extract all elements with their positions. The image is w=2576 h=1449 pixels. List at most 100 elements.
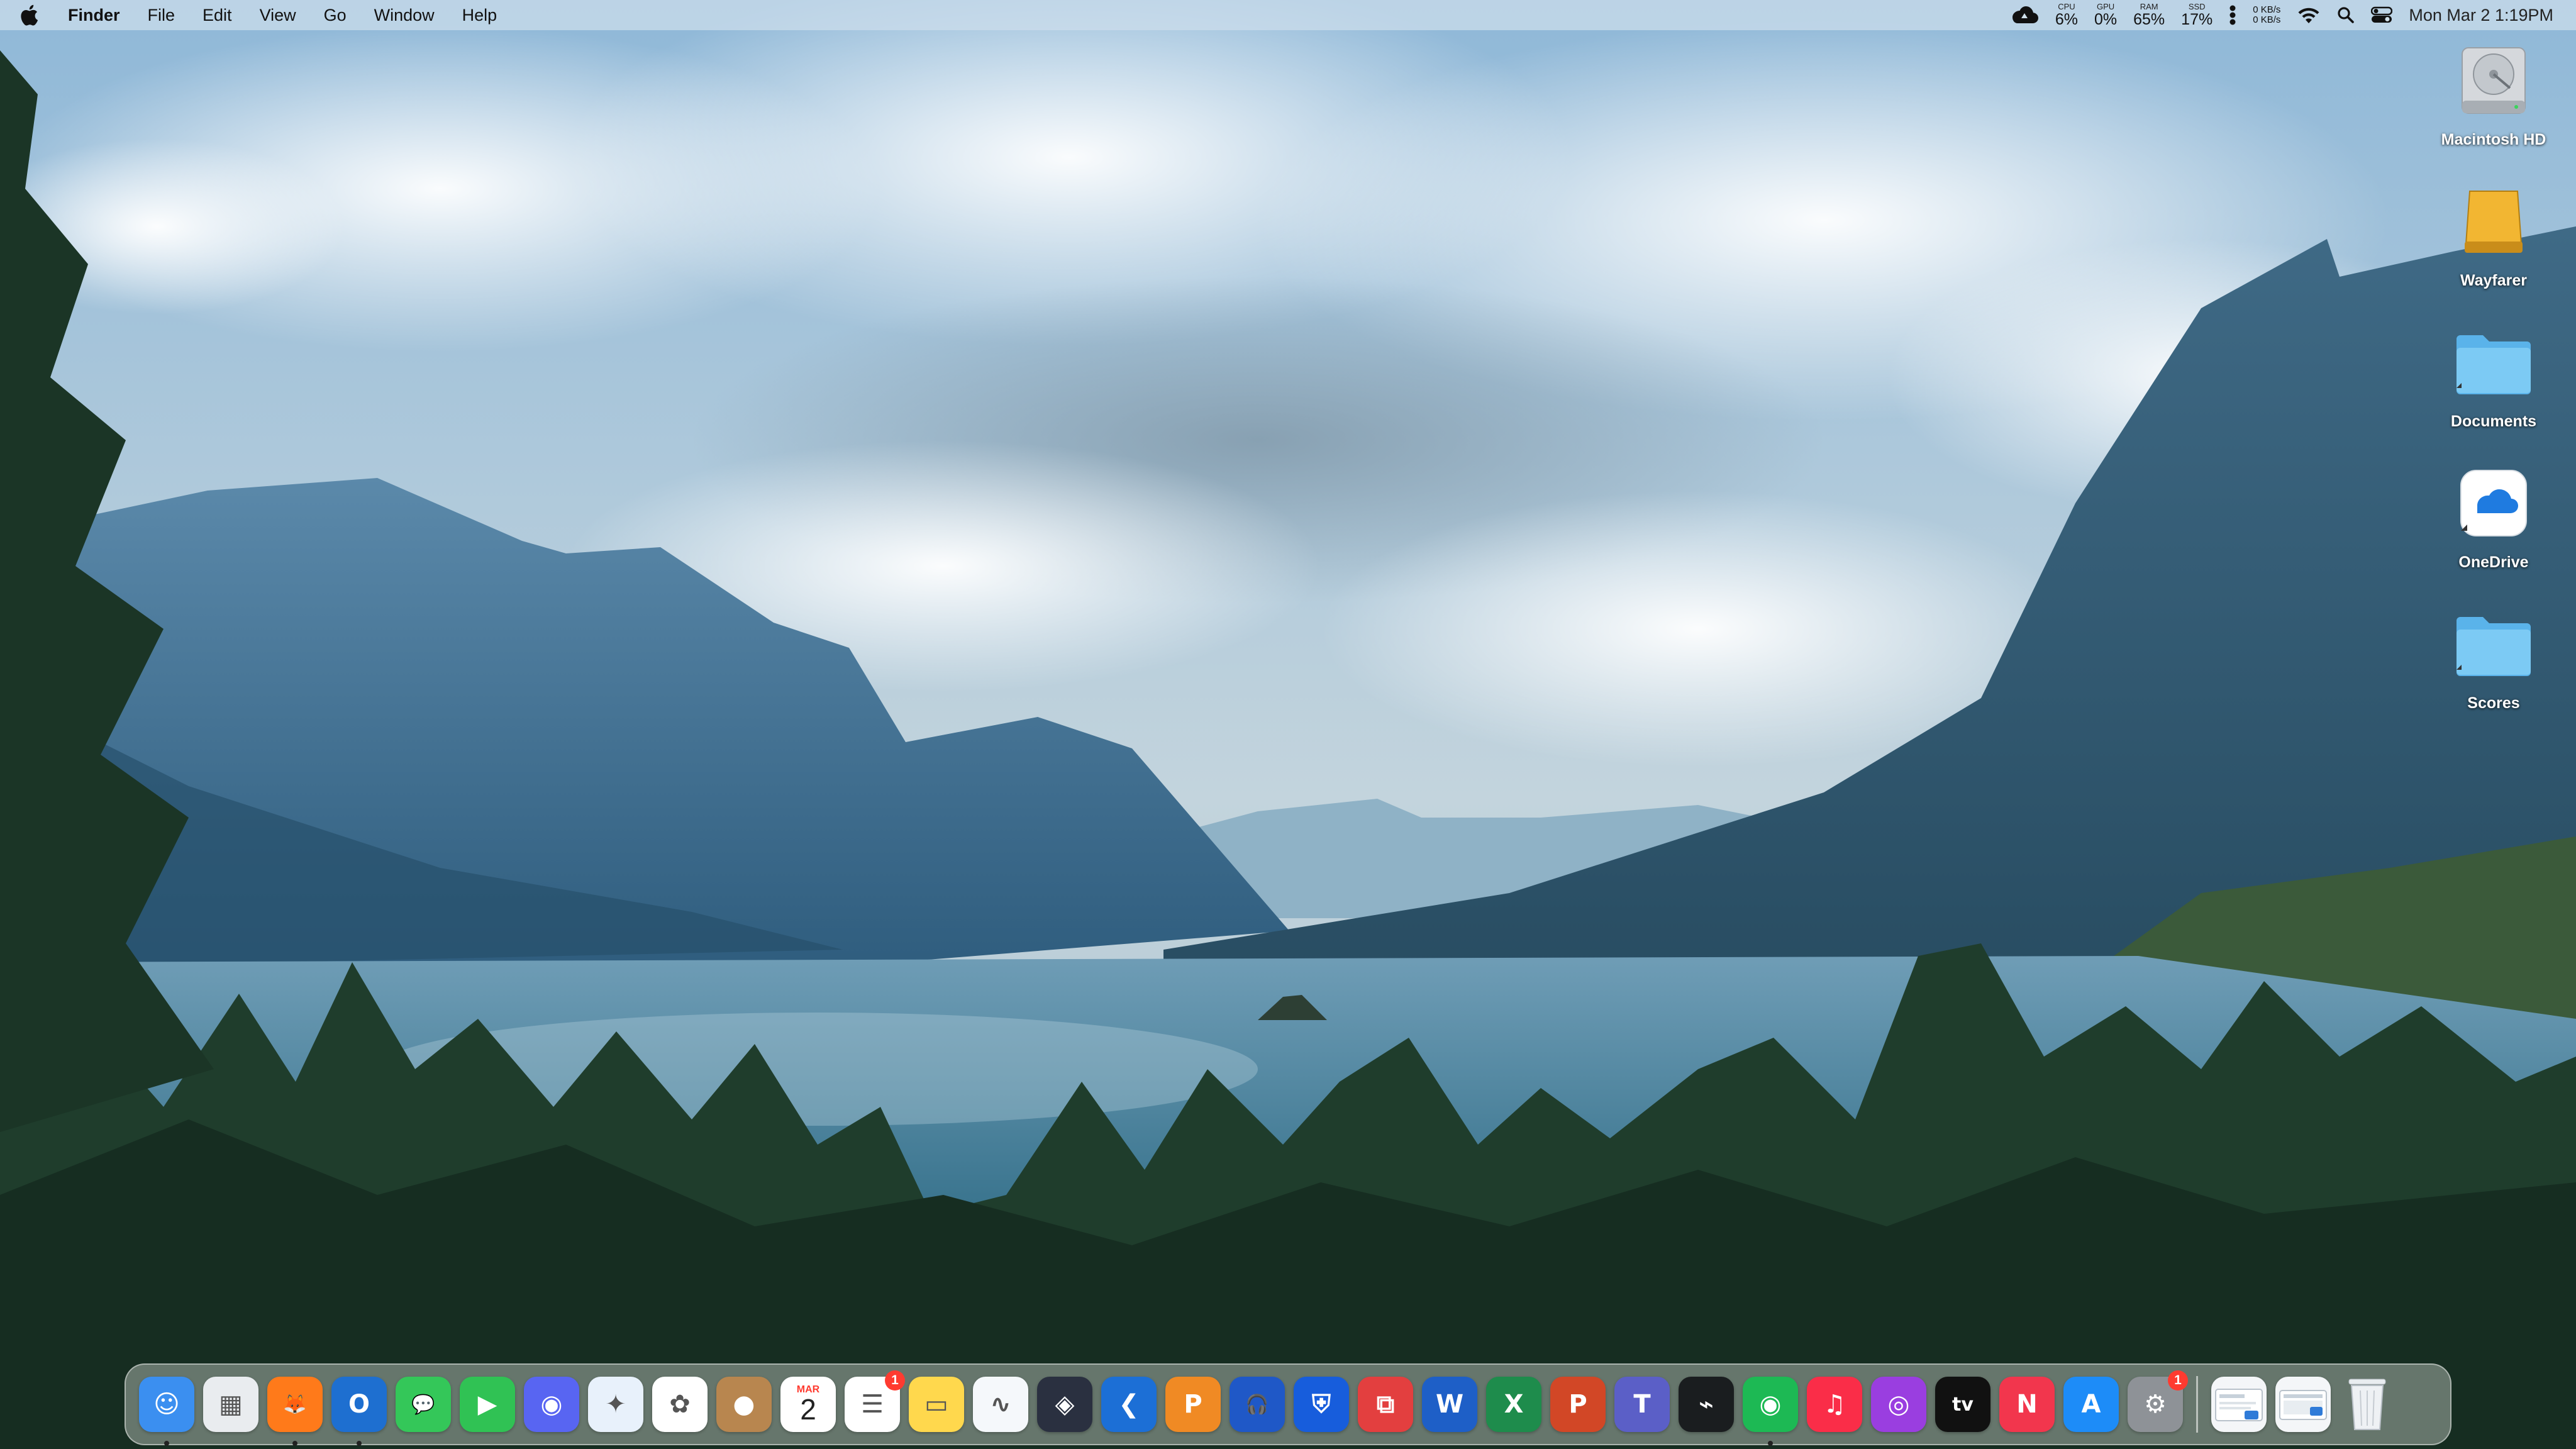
desktop-icon-label: Documents — [2450, 413, 2537, 430]
word-icon-glyph: W — [1435, 1390, 1464, 1419]
reminders-icon-glyph: ☰ — [861, 1390, 884, 1419]
menu-edit[interactable]: Edit — [189, 6, 246, 25]
menu-file[interactable]: File — [134, 6, 189, 25]
finder-icon[interactable]: ☺ — [139, 1377, 194, 1446]
search-icon[interactable] — [2337, 6, 2355, 24]
podcasts-icon-glyph: ◎ — [1887, 1390, 1910, 1419]
photos-icon[interactable]: ✿ — [652, 1377, 708, 1432]
gpu-stat[interactable]: GPU 0% — [2094, 3, 2117, 28]
desktop-icon-macintosh-hd[interactable]: Macintosh HD — [2424, 36, 2563, 149]
freeform-icon[interactable]: ∿ — [973, 1377, 1028, 1432]
news-icon[interactable]: N — [1999, 1377, 2055, 1432]
ssd-value: 17% — [2181, 11, 2213, 28]
menu-bar-left: Finder File Edit View Go Window Help — [0, 0, 511, 30]
pdf-expert-icon-glyph: P — [1184, 1390, 1202, 1419]
cloud-status-icon[interactable] — [2010, 6, 2039, 25]
trash-icon[interactable] — [2340, 1377, 2395, 1432]
onedrive-icon — [2450, 459, 2538, 547]
facetime-icon[interactable]: ▶ — [460, 1377, 515, 1432]
control-center-icon[interactable] — [2371, 6, 2393, 24]
facetime-icon-glyph: ▶ — [477, 1390, 497, 1419]
firefox-icon[interactable]: 🦊 — [267, 1377, 323, 1446]
menu-window[interactable]: Window — [360, 6, 448, 25]
desktop-icon-label: OneDrive — [2458, 553, 2529, 571]
remote-desktop-icon-glyph: ⧉ — [1376, 1390, 1395, 1419]
desktop-icon-label: Wayfarer — [2460, 272, 2528, 289]
audacity-icon[interactable]: 🎧 — [1230, 1377, 1285, 1432]
apple-tv-icon[interactable]: tv — [1935, 1377, 1990, 1432]
safari-icon-glyph: ✦ — [605, 1390, 626, 1419]
menu-help[interactable]: Help — [448, 6, 511, 25]
external-drive-icon — [2450, 177, 2538, 265]
ram-value: 65% — [2133, 11, 2165, 28]
notes-icon[interactable]: ▭ — [909, 1377, 964, 1432]
finder-icon-glyph: ☺ — [153, 1390, 180, 1419]
teams-icon-glyph: T — [1633, 1390, 1651, 1419]
notes-icon-glyph: ▭ — [924, 1390, 948, 1419]
activity-monitor-icon-glyph: ⌁ — [1698, 1390, 1714, 1419]
powerpoint-icon[interactable]: P — [1550, 1377, 1606, 1432]
remote-desktop-icon[interactable]: ⧉ — [1358, 1377, 1413, 1432]
visual-studio-code-icon[interactable]: ❮ — [1101, 1377, 1157, 1432]
launchpad-icon-glyph: ▦ — [219, 1390, 243, 1419]
ssd-stat[interactable]: SSD 17% — [2181, 3, 2212, 28]
gpu-label: GPU — [2096, 2, 2115, 11]
teams-icon[interactable]: T — [1614, 1377, 1670, 1432]
audacity-icon-glyph: 🎧 — [1245, 1393, 1269, 1416]
music-icon[interactable]: ♫ — [1807, 1377, 1862, 1432]
apple-icon[interactable] — [0, 4, 58, 26]
reminders-icon[interactable]: ☰ 1 — [845, 1370, 905, 1432]
photos-icon-glyph: ✿ — [669, 1390, 691, 1419]
desktop-icon-wayfarer[interactable]: Wayfarer — [2424, 177, 2563, 290]
freeform-icon-glyph: ∿ — [990, 1390, 1011, 1419]
menu-app-name[interactable]: Finder — [58, 6, 134, 25]
dock: ☺ ▦ 🦊 O 💬 ▶ ◉ ✦ ✿ ● MAR 2 ☰ 1 ▭ ∿ ◈ ❮ P 🎧 ⛨ ⧉ W X P T ⌁ ◉ ♫ ◎ tv N A ⚙ 1 — [125, 1363, 2451, 1446]
spotify-icon[interactable]: ◉ — [1743, 1377, 1798, 1446]
menu-clock[interactable]: Mon Mar 2 1:19PM — [2409, 6, 2553, 25]
menu-view[interactable]: View — [246, 6, 310, 25]
messages-icon-glyph: 💬 — [411, 1393, 435, 1416]
app-store-icon-glyph: A — [2081, 1390, 2101, 1419]
system-settings-icon[interactable]: ⚙ 1 — [2128, 1370, 2188, 1432]
desktop-icon-label: Scores — [2467, 694, 2520, 712]
activity-monitor-icon[interactable]: ⌁ — [1679, 1377, 1734, 1432]
excel-icon-glyph: X — [1504, 1390, 1524, 1419]
hard-drive-icon — [2450, 36, 2538, 125]
desktop-icon-onedrive[interactable]: OneDrive — [2424, 459, 2563, 572]
outlook-icon[interactable]: O — [331, 1377, 387, 1446]
discord-icon[interactable]: ◉ — [524, 1377, 579, 1432]
notification-badge: 1 — [885, 1370, 905, 1391]
davinci-resolve-icon-glyph: ◈ — [1055, 1390, 1075, 1419]
app-store-icon[interactable]: A — [2063, 1377, 2119, 1432]
podcasts-icon[interactable]: ◎ — [1871, 1377, 1926, 1432]
running-indicator — [357, 1441, 362, 1446]
bitwarden-icon[interactable]: ⛨ — [1294, 1377, 1349, 1432]
music-icon-glyph: ♫ — [1823, 1390, 1846, 1419]
messages-icon[interactable]: 💬 — [396, 1377, 451, 1432]
safari-icon[interactable]: ✦ — [588, 1377, 643, 1432]
calendar-icon[interactable]: MAR 2 — [780, 1377, 836, 1432]
menu-bar-right: CPU 6% GPU 0% RAM 65% SSD 17% 0 KB/s 0 K… — [2010, 0, 2576, 30]
ram-stat[interactable]: RAM 65% — [2133, 3, 2165, 28]
excel-icon[interactable]: X — [1486, 1377, 1541, 1432]
launchpad-icon[interactable]: ▦ — [203, 1377, 258, 1432]
outlook-icon-glyph: O — [348, 1390, 370, 1419]
cpu-stat[interactable]: CPU 6% — [2055, 3, 2078, 28]
more-icon[interactable] — [2229, 4, 2236, 26]
screenshots-stack-icon[interactable] — [2275, 1377, 2331, 1432]
davinci-resolve-icon[interactable]: ◈ — [1037, 1377, 1092, 1432]
menu-go[interactable]: Go — [310, 6, 360, 25]
network-stat[interactable]: 0 KB/s 0 KB/s — [2253, 4, 2281, 26]
wifi-icon[interactable] — [2297, 6, 2321, 25]
desktop-icon-scores[interactable]: Scores — [2424, 600, 2563, 713]
contacts-icon[interactable]: ● — [716, 1377, 772, 1432]
calendar-day: 2 — [800, 1393, 816, 1426]
word-icon[interactable]: W — [1422, 1377, 1477, 1432]
spotify-icon-glyph: ◉ — [1759, 1390, 1782, 1419]
desktop-icon-documents[interactable]: Documents — [2424, 318, 2563, 431]
pdf-expert-icon[interactable]: P — [1165, 1377, 1221, 1432]
contacts-icon-glyph: ● — [733, 1390, 755, 1419]
notification-badge: 1 — [2168, 1370, 2188, 1391]
downloads-stack-icon[interactable] — [2211, 1377, 2267, 1432]
network-download: 0 KB/s — [2253, 14, 2281, 25]
